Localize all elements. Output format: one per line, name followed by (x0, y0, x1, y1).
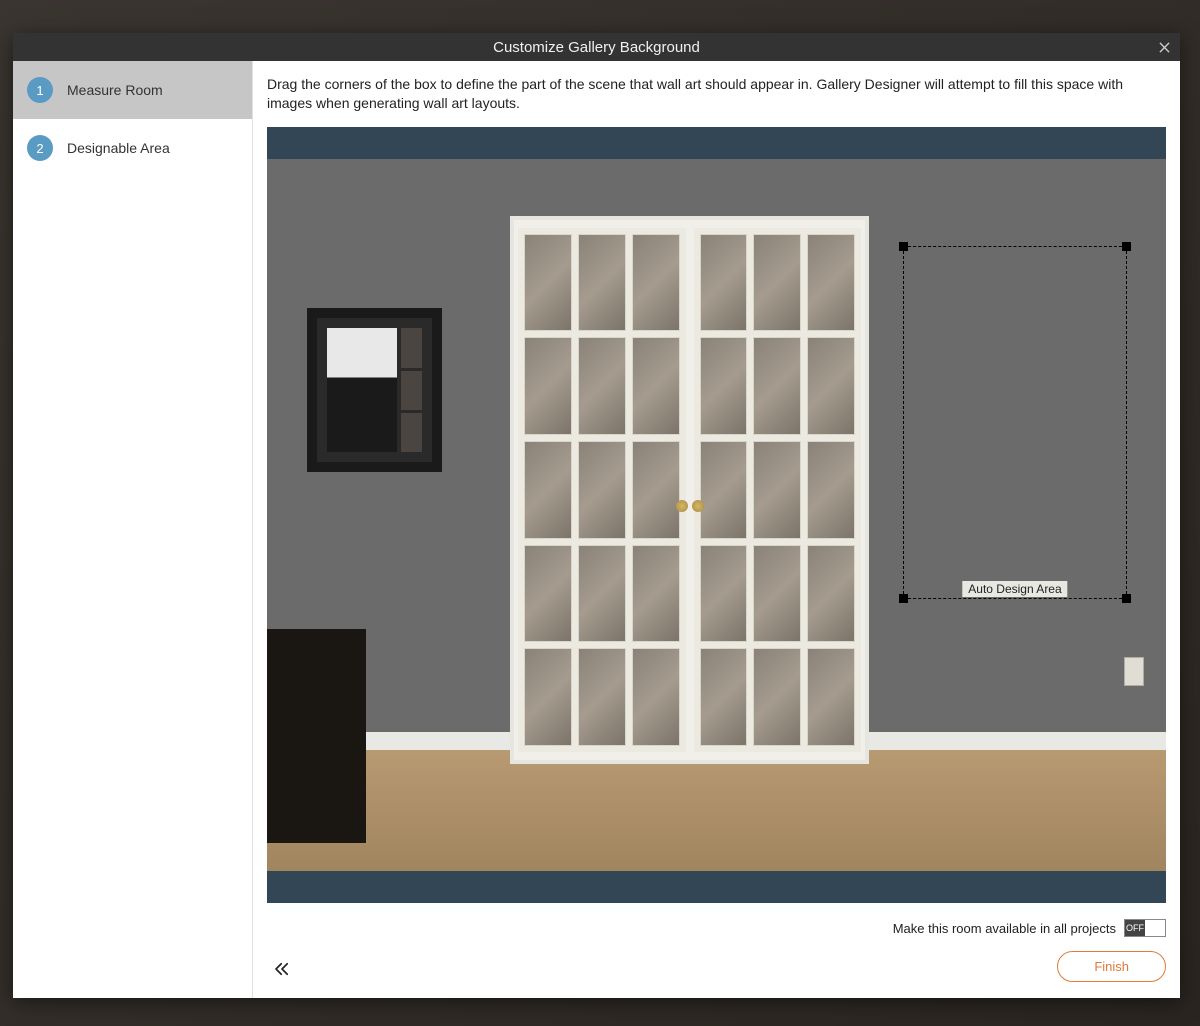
auto-design-area-selector[interactable]: Auto Design Area (903, 246, 1128, 599)
step-designable-area[interactable]: 2 Designable Area (13, 119, 252, 177)
design-area-label: Auto Design Area (962, 581, 1067, 597)
room-preview-container: Auto Design Area (267, 127, 1166, 903)
resize-handle-top-left[interactable] (899, 242, 908, 251)
modal-body: 1 Measure Room 2 Designable Area Drag th… (13, 61, 1180, 998)
wall-outlet (1124, 657, 1144, 685)
door-right-panel (694, 228, 862, 752)
share-room-label: Make this room available in all projects (893, 921, 1116, 936)
close-button[interactable] (1150, 33, 1178, 61)
step-measure-room[interactable]: 1 Measure Room (13, 61, 252, 119)
share-room-row: Make this room available in all projects… (893, 919, 1166, 937)
side-table (267, 629, 366, 843)
customize-gallery-modal: Customize Gallery Background 1 Measure R… (13, 33, 1180, 998)
resize-handle-bottom-left[interactable] (899, 594, 908, 603)
content-pane: Drag the corners of the box to define th… (253, 61, 1180, 998)
door-knob-icon (692, 500, 704, 512)
modal-footer: Make this room available in all projects… (267, 903, 1166, 984)
share-room-toggle[interactable]: OFF (1124, 919, 1166, 937)
modal-title: Customize Gallery Background (493, 39, 700, 56)
resize-handle-top-right[interactable] (1122, 242, 1131, 251)
step-label: Measure Room (67, 82, 163, 98)
back-button[interactable] (267, 954, 297, 984)
step-label: Designable Area (67, 140, 170, 156)
close-icon (1159, 42, 1170, 53)
modal-titlebar: Customize Gallery Background (13, 33, 1180, 61)
finish-button[interactable]: Finish (1057, 951, 1166, 982)
door-knob-icon (676, 500, 688, 512)
step-number-badge: 2 (27, 135, 53, 161)
resize-handle-bottom-right[interactable] (1122, 594, 1131, 603)
chevron-double-left-icon (273, 960, 291, 978)
wall-picture-frame (307, 308, 442, 472)
wizard-sidebar: 1 Measure Room 2 Designable Area (13, 61, 253, 998)
instructions-text: Drag the corners of the box to define th… (267, 75, 1166, 113)
room-french-doors (510, 216, 870, 764)
room-image: Auto Design Area (267, 159, 1166, 871)
room-floor (267, 750, 1166, 871)
toggle-state-text: OFF (1125, 920, 1145, 936)
door-left-panel (518, 228, 686, 752)
step-number-badge: 1 (27, 77, 53, 103)
